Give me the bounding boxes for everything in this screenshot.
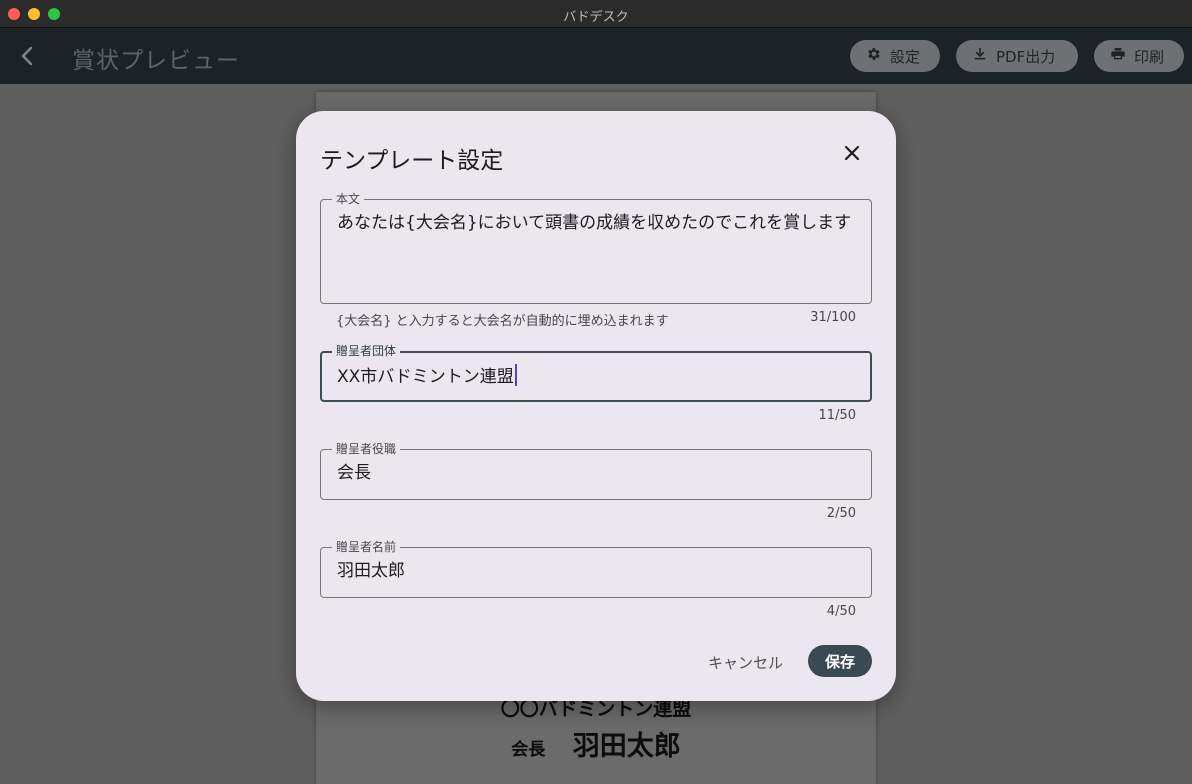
close-button[interactable]: [836, 139, 868, 171]
presenter-organization-value-wrap: XX市バドミントン連盟: [337, 364, 854, 391]
print-button-label: 印刷: [1134, 47, 1165, 66]
presenter-organization-label: 贈呈者団体: [332, 344, 401, 358]
print-button[interactable]: 印刷: [1094, 40, 1184, 72]
body-text-helper: {大会名} と入力すると大会名が自動的に埋め込まれます: [336, 314, 669, 329]
presenter-organization-counter: 11/50: [818, 408, 856, 423]
pdf-export-button[interactable]: PDF出力: [956, 40, 1078, 72]
body-text-value: あなたは{大会名}において頭書の成績を収めたのでこれを賞します: [337, 213, 852, 233]
window-titlebar: バドデスク: [0, 0, 1192, 28]
template-settings-dialog: テンプレート設定 本文 あなたは{大会名}において頭書の成績を収めたのでこれを賞…: [296, 111, 896, 701]
dialog-title: テンプレート設定: [320, 148, 504, 174]
presenter-name-field[interactable]: 贈呈者名前 羽田太郎: [320, 540, 872, 598]
page-title: 賞状プレビュー: [72, 48, 240, 74]
body-text-field[interactable]: 本文 あなたは{大会名}において頭書の成績を収めたのでこれを賞します: [320, 192, 872, 304]
presenter-position-field[interactable]: 贈呈者役職 会長: [320, 442, 872, 500]
presenter-position-value: 会長: [337, 463, 371, 483]
body-text-label: 本文: [332, 192, 365, 206]
settings-button-label: 設定: [890, 47, 921, 66]
body-text-counter: 31/100: [810, 310, 856, 325]
window-title: バドデスク: [563, 10, 629, 25]
save-button[interactable]: 保存: [808, 645, 872, 677]
presenter-position-label: 贈呈者役職: [332, 442, 401, 456]
text-caret: [514, 364, 517, 386]
gear-icon: [866, 46, 882, 66]
presenter-name-counter: 4/50: [826, 604, 856, 619]
presenter-position-counter: 2/50: [826, 506, 856, 521]
pdf-export-button-label: PDF出力: [996, 47, 1056, 66]
printer-icon: [1110, 46, 1126, 66]
certificate-signature: 会長 羽田太郎: [316, 724, 876, 763]
presenter-organization-field[interactable]: 贈呈者団体 XX市バドミントン連盟: [320, 344, 872, 402]
presenter-name-value: 羽田太郎: [337, 561, 405, 581]
cancel-button[interactable]: キャンセル: [696, 647, 795, 677]
app-bar: 賞状プレビュー 設定 PDF出力 印刷: [0, 28, 1192, 84]
presenter-organization-value: XX市バドミントン連盟: [337, 367, 514, 387]
close-icon: [842, 143, 862, 167]
settings-button[interactable]: 設定: [850, 40, 940, 72]
certificate-name: 羽田太郎: [572, 731, 681, 762]
download-icon: [972, 46, 988, 66]
chevron-left-icon[interactable]: [14, 42, 42, 70]
certificate-position: 会長: [511, 740, 546, 760]
presenter-name-label: 贈呈者名前: [332, 540, 401, 554]
